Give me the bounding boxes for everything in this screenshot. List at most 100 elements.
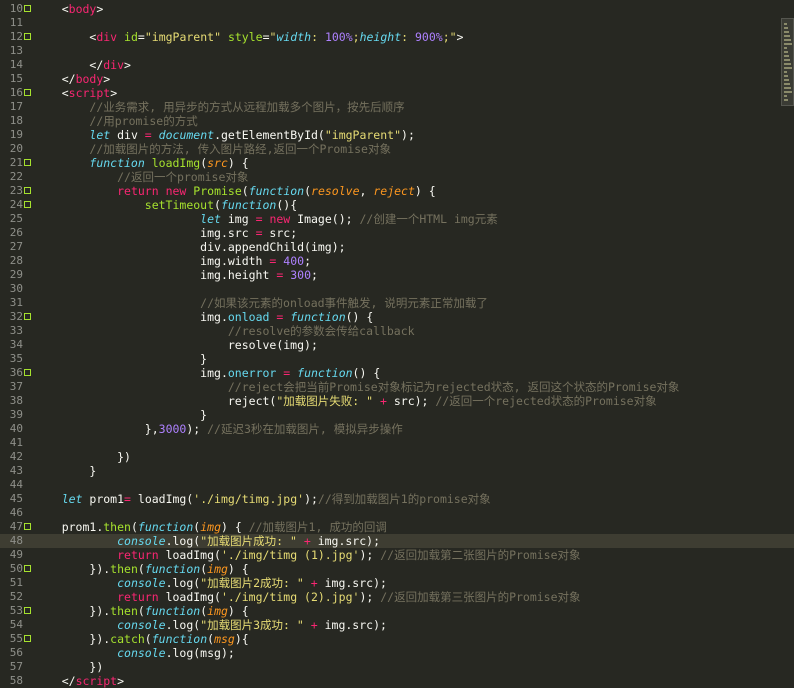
code-token: >	[124, 58, 131, 72]
code-line[interactable]: 42 })	[0, 450, 794, 464]
code-text: console.log(msg);	[34, 646, 235, 660]
code-line[interactable]: 35 }	[0, 352, 794, 366]
fold-marker-icon[interactable]	[24, 201, 31, 208]
code-line[interactable]: 47 prom1.then(function(img) { //加载图片1, 成…	[0, 520, 794, 534]
code-line[interactable]: 52 return loadImg('./img/timg (2).jpg');…	[0, 590, 794, 604]
code-line[interactable]: 46	[0, 506, 794, 520]
code-line[interactable]: 50 }).then(function(img) {	[0, 562, 794, 576]
code-text: return loadImg('./img/timg (1).jpg'); //…	[34, 548, 580, 562]
code-line[interactable]: 51 console.log("加载图片2成功: " + img.src);	[0, 576, 794, 590]
minimap-icon[interactable]	[781, 18, 794, 106]
code-line[interactable]: 17 //业务需求, 用异步的方式从远程加载多个图片，按先后顺序	[0, 100, 794, 114]
code-line[interactable]: 31 //如果该元素的onload事件触发, 说明元素正常加载了	[0, 296, 794, 310]
code-line[interactable]: 27 div.appendChild(img);	[0, 240, 794, 254]
code-token: return	[117, 184, 159, 198]
code-token: height	[359, 30, 402, 44]
code-line[interactable]: 58 </script>	[0, 674, 794, 688]
code-token: () {	[352, 366, 381, 380]
code-line[interactable]: 16 <script>	[0, 86, 794, 100]
code-line[interactable]: 13	[0, 44, 794, 58]
fold-marker-icon[interactable]	[24, 313, 31, 320]
code-line[interactable]: 55 }).catch(function(msg){	[0, 632, 794, 646]
code-line[interactable]: 15 </body>	[0, 72, 794, 86]
fold-marker-icon[interactable]	[24, 607, 31, 614]
fold-marker-icon[interactable]	[24, 523, 31, 530]
code-line[interactable]: 43 }	[0, 464, 794, 478]
code-line[interactable]: 40 },3000); //延迟3秒在加载图片, 模拟异步操作	[0, 422, 794, 436]
code-token: </	[89, 58, 104, 72]
code-line[interactable]: 14 </div>	[0, 58, 794, 72]
code-line[interactable]: 26 img.src = src;	[0, 226, 794, 240]
minimap-line	[784, 75, 788, 77]
line-number: 58	[9, 674, 23, 687]
code-line[interactable]: 18 //用promise的方式	[0, 114, 794, 128]
code-token: img.src);	[317, 576, 387, 590]
fold-marker-icon[interactable]	[24, 187, 31, 194]
code-line[interactable]: 53 }).then(function(img) {	[0, 604, 794, 618]
code-line[interactable]: 41	[0, 436, 794, 450]
code-text: img.src = src;	[34, 226, 297, 240]
code-line[interactable]: 11	[0, 16, 794, 30]
code-token: (	[130, 520, 138, 534]
code-editor[interactable]: 10 <body> 11 12 <div id="imgParent" style=…	[0, 0, 794, 688]
code-line[interactable]: 25 let img = new Image(); //创建一个HTML img…	[0, 212, 794, 226]
code-line[interactable]: 49 return loadImg('./img/timg (1).jpg');…	[0, 548, 794, 562]
code-token: })	[89, 660, 104, 674]
code-line[interactable]: 32 img.onload = function() {	[0, 310, 794, 324]
code-line[interactable]: 28 img.width = 400;	[0, 254, 794, 268]
code-token: let	[61, 492, 83, 506]
code-token: img	[200, 520, 221, 534]
code-token: //如果该元素的onload事件触发, 说明元素正常加载了	[200, 296, 488, 310]
code-text: }	[34, 464, 96, 478]
code-line[interactable]: 21 function loadImg(src) {	[0, 156, 794, 170]
code-line[interactable]: 33 //resolve的参数会传给callback	[0, 324, 794, 338]
code-line[interactable]: 19 let div = document.getElementById("im…	[0, 128, 794, 142]
code-token: body	[68, 2, 97, 16]
code-text: img.width = 400;	[34, 254, 311, 268]
code-token: then	[110, 604, 138, 618]
fold-marker-icon[interactable]	[24, 33, 31, 40]
line-number: 56	[9, 646, 23, 659]
code-line[interactable]: 24 setTimeout(function(){	[0, 198, 794, 212]
code-line[interactable]: 54 console.log("加载图片3成功: " + img.src);	[0, 618, 794, 632]
code-line[interactable]: 10 <body>	[0, 2, 794, 16]
code-line[interactable]: 56 console.log(msg);	[0, 646, 794, 660]
fold-marker-icon[interactable]	[24, 565, 31, 572]
code-line[interactable]: 37 //reject会把当前Promise对象标记为rejected状态, 返…	[0, 380, 794, 394]
fold-marker-icon[interactable]	[24, 5, 31, 12]
code-token: );	[186, 422, 208, 436]
code-line[interactable]: 44	[0, 478, 794, 492]
code-line[interactable]: 30	[0, 282, 794, 296]
code-token: );	[304, 492, 318, 506]
code-line[interactable]: 23 return new Promise(function(resolve, …	[0, 184, 794, 198]
code-line[interactable]: 34 resolve(img);	[0, 338, 794, 352]
fold-marker-icon[interactable]	[24, 159, 31, 166]
code-token: }	[89, 464, 97, 478]
code-line[interactable]: 38 reject("加载图片失败: " + src); //返回一个rejec…	[0, 394, 794, 408]
fold-marker-icon[interactable]	[24, 89, 31, 96]
code-token: 400	[283, 254, 305, 268]
code-line[interactable]: 48 console.log("加载图片成功: " + img.src);	[0, 534, 794, 548]
code-token: //返回加载第三张图片的Promise对象	[380, 590, 581, 604]
code-line[interactable]: 57 })	[0, 660, 794, 674]
code-token: ){	[234, 632, 249, 646]
code-line[interactable]: 29 img.height = 300;	[0, 268, 794, 282]
code-line[interactable]: 36 img.onerror = function() {	[0, 366, 794, 380]
line-number: 16	[9, 86, 23, 99]
fold-marker-icon[interactable]	[24, 369, 31, 376]
code-token: function	[89, 156, 145, 170]
code-text: <script>	[34, 86, 117, 100]
code-token: //返回一个rejected状态的Promise对象	[435, 394, 657, 408]
code-line[interactable]: 22 //返回一个promise对象	[0, 170, 794, 184]
code-line[interactable]: 12 <div id="imgParent" style="width: 100…	[0, 30, 794, 44]
code-line[interactable]: 39 }	[0, 408, 794, 422]
fold-marker-icon[interactable]	[24, 635, 31, 642]
code-line[interactable]: 45 let prom1= loadImg('./img/timg.jpg');…	[0, 492, 794, 506]
code-line[interactable]: 20 //加载图片的方法, 传入图片路经,返回一个Promise对象	[0, 142, 794, 156]
